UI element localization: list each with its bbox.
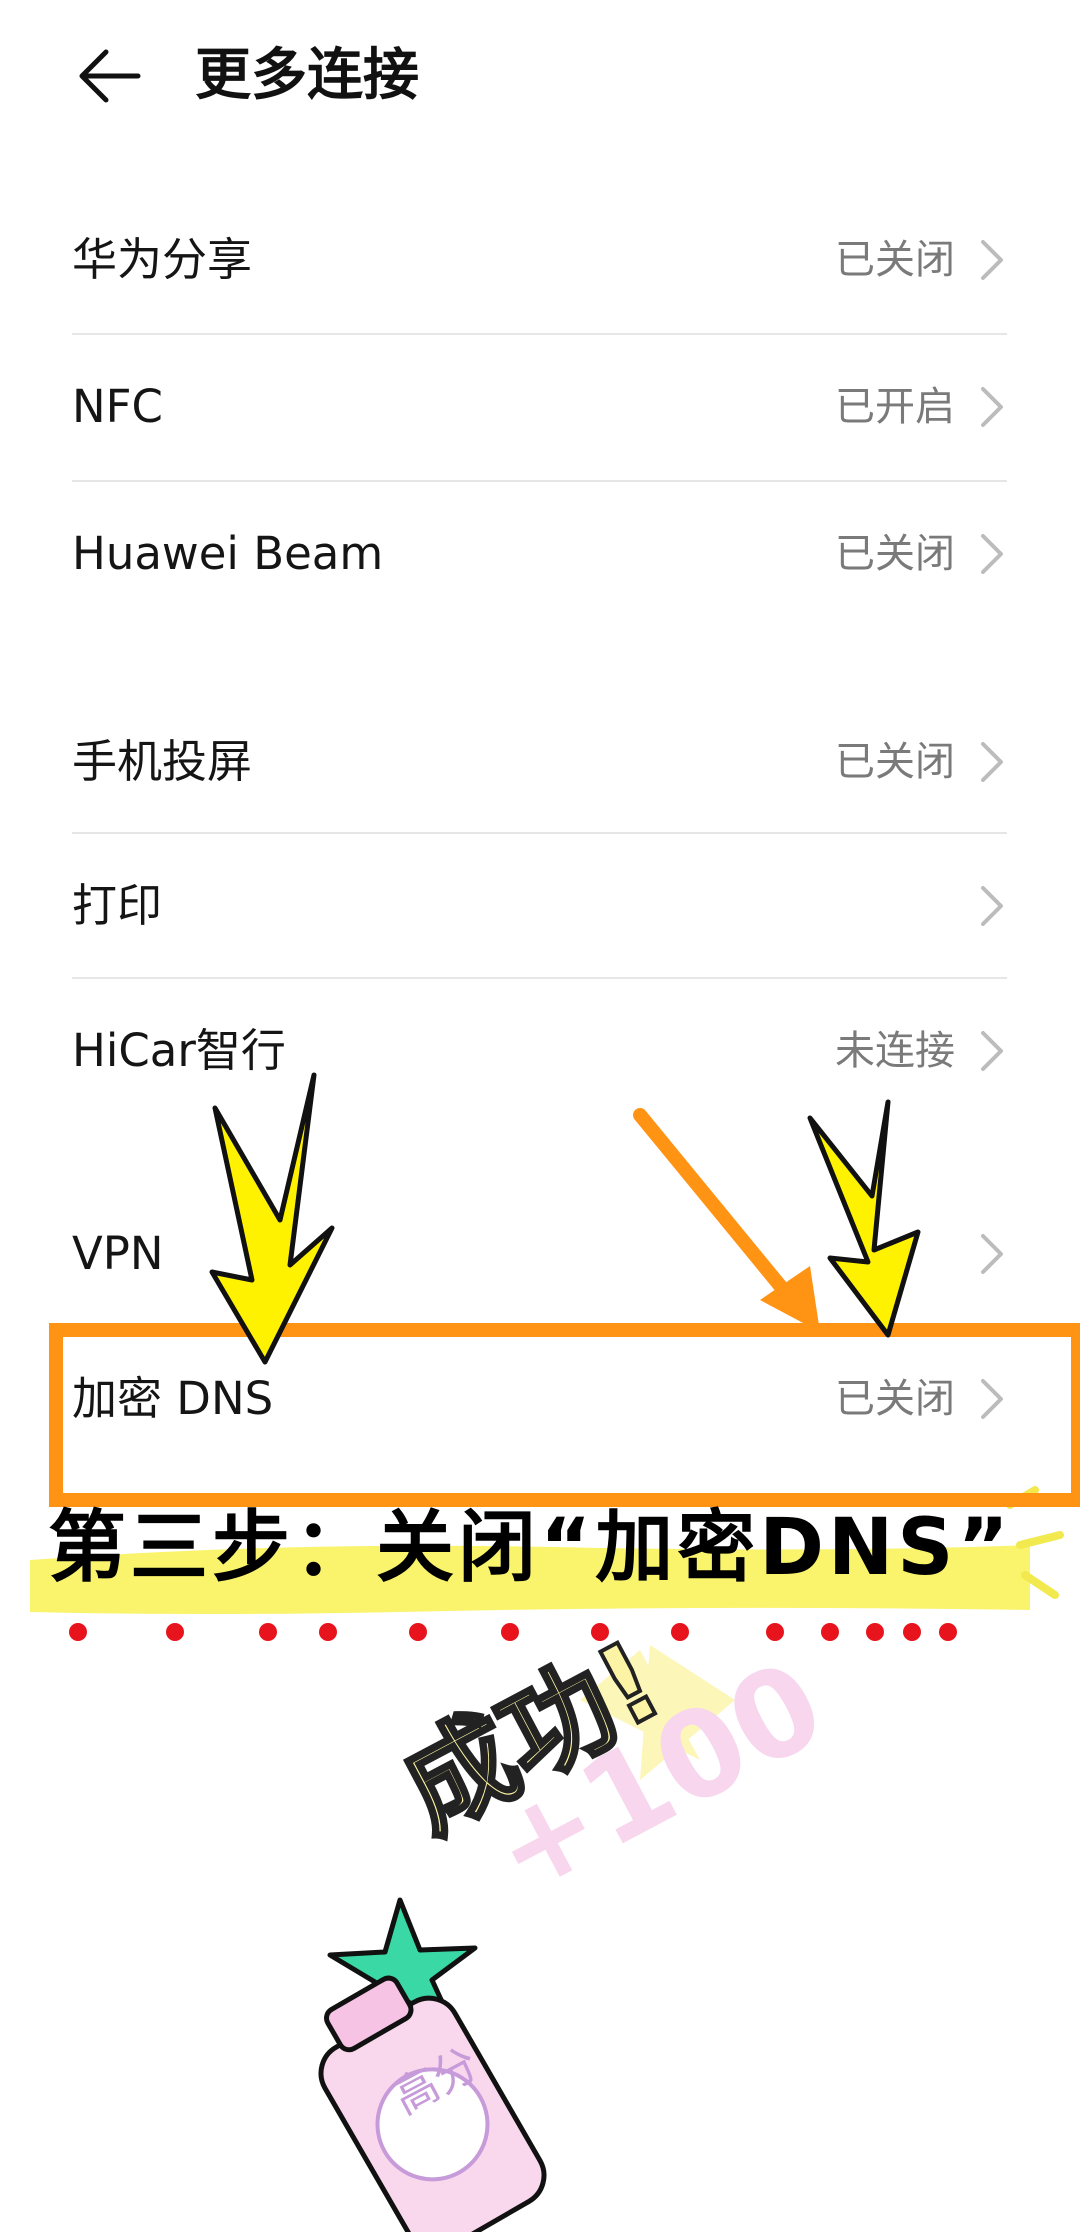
item-label: NFC <box>72 380 163 433</box>
item-label: 加密 DNS <box>72 1372 274 1425</box>
item-label: Huawei Beam <box>72 527 384 580</box>
chevron-right-icon <box>981 886 1003 926</box>
item-label: HiCar智行 <box>72 1024 286 1077</box>
settings-item-hicar[interactable]: HiCar智行 未连接 <box>72 979 1007 1123</box>
item-status: 已关闭 <box>835 531 955 577</box>
top-bar: 更多连接 <box>0 0 1080 150</box>
item-status: 已关闭 <box>835 237 955 283</box>
item-label: 华为分享 <box>72 233 253 286</box>
settings-item-screen-projection[interactable]: 手机投屏 已关闭 <box>72 690 1007 834</box>
arrow-left-icon[interactable] <box>74 40 146 112</box>
settings-item-huawei-share[interactable]: 华为分享 已关闭 <box>72 188 1007 332</box>
settings-item-print[interactable]: 打印 <box>72 834 1007 978</box>
green-star <box>327 1897 478 2038</box>
settings-item-huawei-beam[interactable]: Huawei Beam 已关闭 <box>72 482 1007 626</box>
chevron-right-icon <box>981 387 1003 427</box>
chevron-right-icon <box>981 742 1003 782</box>
settings-item-vpn[interactable]: VPN <box>72 1182 1007 1326</box>
chevron-right-icon <box>981 1379 1003 1419</box>
item-label: VPN <box>72 1227 164 1280</box>
sparkle-lines <box>1006 1486 1064 1599</box>
chevron-right-icon <box>981 534 1003 574</box>
item-status: 已开启 <box>835 384 955 430</box>
bottle-label: 高分 <box>385 2038 487 2125</box>
page-title: 更多连接 <box>195 43 419 108</box>
item-status: 已关闭 <box>835 1376 955 1422</box>
item-label: 打印 <box>72 879 163 932</box>
item-label: 手机投屏 <box>72 735 253 788</box>
chevron-right-icon <box>981 1234 1003 1274</box>
red-dotted-underline <box>69 1623 957 1641</box>
step-caption: 第三步：关闭“加密DNS” <box>48 1503 1013 1593</box>
item-status: 未连接 <box>835 1028 955 1074</box>
item-status: 已关闭 <box>835 739 955 785</box>
settings-item-encrypted-dns[interactable]: 加密 DNS 已关闭 <box>72 1327 1007 1471</box>
settings-item-nfc[interactable]: NFC 已开启 <box>72 335 1007 479</box>
chevron-right-icon <box>981 240 1003 280</box>
chevron-right-icon <box>981 1031 1003 1071</box>
